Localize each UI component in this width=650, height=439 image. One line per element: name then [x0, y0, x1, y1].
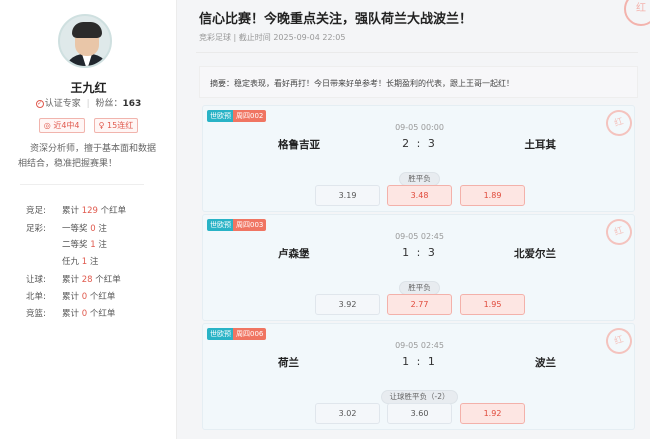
expert-intro: 资深分析师，擅于基本面和数据相结合，稳准把握赛果！	[18, 144, 157, 169]
odds-draw[interactable]: 2.77	[387, 294, 452, 315]
verified-icon: ✓	[35, 99, 44, 108]
hit-rate-badge: ◎ 近4中4	[38, 118, 85, 133]
match-score: 1 : 3	[402, 246, 437, 259]
article-summary: 摘要：稳定表现，看好再打！今日带来好单参考！长期盈利的代表，跟上王哥一起红！	[199, 66, 638, 98]
match-score: 1 : 1	[402, 355, 437, 368]
play-type: 胜平负	[203, 275, 634, 295]
avatar[interactable]	[58, 14, 112, 68]
odds-home[interactable]: 3.92	[315, 294, 380, 315]
stat-row: 二等奖 1 注	[62, 240, 107, 250]
odds-away[interactable]: 1.95	[460, 294, 525, 315]
cert-label: 认证专家	[44, 99, 81, 109]
fire-icon: ◎	[43, 121, 51, 130]
odds-draw[interactable]: 3.60	[387, 403, 452, 424]
streak-badge: ♀ 15连红	[93, 118, 139, 133]
stat-row: 北单: 累计 0 个红单	[26, 292, 116, 302]
page: 王九红 ✓ 认证专家 | 粉丝：163 ◎ 近4中4 ♀ 15连红 资深分析师，擅…	[0, 0, 650, 439]
league-badge: 世欧预	[207, 219, 234, 231]
match-card[interactable]: 世欧预 周四006 红 09-05 02:45 荷兰 1 : 1 波兰 让球胜平…	[202, 323, 635, 430]
expert-meta: ✓ 认证专家 | 粉丝：163	[35, 99, 142, 109]
match-time: 09-05 02:45	[395, 341, 444, 350]
play-type: 让球胜平负（-2）	[203, 384, 634, 404]
match-time: 09-05 00:00	[395, 123, 444, 132]
play-type: 胜平负	[203, 166, 634, 186]
record-tags: ◎ 近4中4 ♀ 15连红	[0, 113, 177, 133]
away-team: 北爱尔兰	[514, 248, 556, 260]
trophy-icon: ♀	[98, 121, 105, 130]
league-badge: 世欧预	[207, 110, 234, 122]
fans-count: 163	[122, 99, 142, 109]
match-code-badge: 周四003	[233, 219, 267, 231]
expert-name: 王九红	[70, 81, 107, 95]
stat-row: 足彩: 一等奖 0 注	[26, 224, 107, 234]
divider	[196, 52, 638, 53]
away-team: 土耳其	[524, 139, 557, 151]
article-panel: 信心比赛！今晚重点关注，强队荷兰大战波兰！ 竞彩足球 | 截止时间 2025-0…	[196, 0, 650, 439]
article-meta: 竞彩足球 | 截止时间 2025-09-04 22:05	[199, 33, 346, 42]
fans-label: 粉丝：	[95, 99, 123, 109]
red-stamp-icon: 红	[624, 0, 650, 26]
article-title: 信心比赛！今晚重点关注，强队荷兰大战波兰！	[199, 12, 473, 27]
match-score: 2 : 3	[402, 137, 437, 150]
stat-row: 竞足: 累计 129 个红单	[26, 206, 127, 216]
stat-row: 任九 1 注	[62, 257, 99, 267]
stat-row: 让球: 累计 28 个红单	[26, 275, 121, 285]
match-code-badge: 周四002	[233, 110, 267, 122]
match-card[interactable]: 世欧预 周四003 红 09-05 02:45 卢森堡 1 : 3 北爱尔兰 胜…	[202, 214, 635, 321]
divider	[20, 184, 144, 185]
odds-away[interactable]: 1.92	[460, 403, 525, 424]
odds-draw[interactable]: 3.48	[387, 185, 452, 206]
expert-profile-card: 王九红 ✓ 认证专家 | 粉丝：163 ◎ 近4中4 ♀ 15连红 资深分析师，擅…	[0, 0, 177, 439]
odds-home[interactable]: 3.02	[315, 403, 380, 424]
match-code-badge: 周四006	[233, 328, 267, 340]
away-team: 波兰	[535, 357, 556, 369]
match-time: 09-05 02:45	[395, 232, 444, 241]
odds-away[interactable]: 1.89	[460, 185, 525, 206]
match-card[interactable]: 世欧预 周四002 红 09-05 00:00 格鲁吉亚 2 : 3 土耳其 胜…	[202, 105, 635, 212]
odds-home[interactable]: 3.19	[315, 185, 380, 206]
league-badge: 世欧预	[207, 328, 234, 340]
stat-row: 竞篮: 累计 0 个红单	[26, 309, 116, 319]
